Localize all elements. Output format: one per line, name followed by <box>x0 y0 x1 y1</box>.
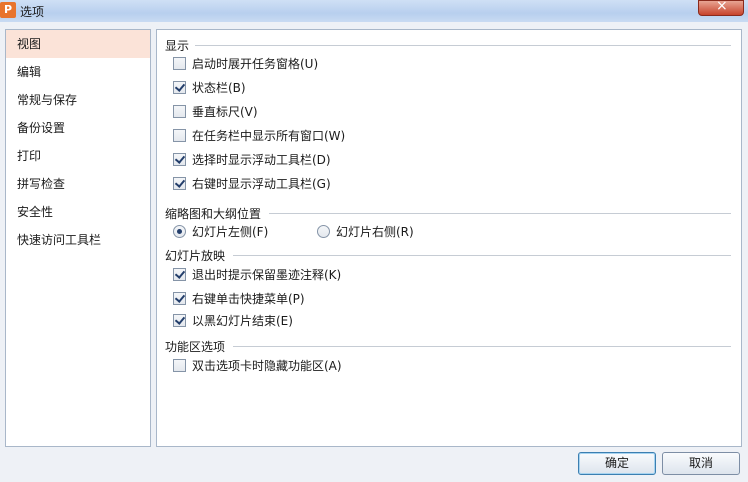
ok-button[interactable]: 确定 <box>578 452 656 475</box>
checkbox-checked-icon[interactable] <box>173 153 186 166</box>
sidebar-item-backup[interactable]: 备份设置 <box>6 114 150 142</box>
group-title-ribbon: 功能区选项 <box>165 340 226 354</box>
checkbox-keep-ink[interactable]: 退出时提示保留墨迹注释(K) <box>173 266 341 284</box>
divider <box>269 213 731 214</box>
options-panel: 显示 启动时展开任务窗格(U) 状态栏(B) 垂直标尺(V) 在任务栏中显示所有… <box>156 29 742 447</box>
sidebar-item-view[interactable]: 视图 <box>6 30 150 58</box>
checkbox-checked-icon[interactable] <box>173 314 186 327</box>
radio-slides-left[interactable]: 幻灯片左侧(F) <box>173 223 268 241</box>
sidebar-item-security[interactable]: 安全性 <box>6 198 150 226</box>
group-title-display: 显示 <box>165 39 190 53</box>
divider <box>195 45 731 46</box>
checkbox-checked-icon[interactable] <box>173 292 186 305</box>
checkbox-rightclick-menu[interactable]: 右键单击快捷菜单(P) <box>173 290 305 308</box>
checkbox-vertical-ruler[interactable]: 垂直标尺(V) <box>173 103 258 121</box>
divider <box>233 346 731 347</box>
sidebar-item-print[interactable]: 打印 <box>6 142 150 170</box>
checkbox-float-toolbar-select[interactable]: 选择时显示浮动工具栏(D) <box>173 151 331 169</box>
title-bar: P 选项 <box>0 0 748 22</box>
sidebar-item-edit[interactable]: 编辑 <box>6 58 150 86</box>
close-button[interactable] <box>698 0 744 16</box>
group-title-thumbnail: 缩略图和大纲位置 <box>165 207 262 221</box>
checkbox-hide-ribbon-dblclick[interactable]: 双击选项卡时隐藏功能区(A) <box>173 357 342 375</box>
checkbox-checked-icon[interactable] <box>173 81 186 94</box>
checkbox-float-toolbar-rightclick[interactable]: 右键时显示浮动工具栏(G) <box>173 175 331 193</box>
cancel-button[interactable]: 取消 <box>662 452 740 475</box>
checkbox-expand-task-pane[interactable]: 启动时展开任务窗格(U) <box>173 55 318 73</box>
checkbox-end-black-slide[interactable]: 以黑幻灯片结束(E) <box>173 312 293 330</box>
sidebar-item-general-save[interactable]: 常规与保存 <box>6 86 150 114</box>
radio-selected-icon[interactable] <box>173 225 186 238</box>
checkbox-icon[interactable] <box>173 105 186 118</box>
sidebar-item-quick-access-toolbar[interactable]: 快速访问工具栏 <box>6 226 150 254</box>
checkbox-checked-icon[interactable] <box>173 177 186 190</box>
window-title: 选项 <box>20 5 45 19</box>
checkbox-icon[interactable] <box>173 129 186 142</box>
group-title-slideshow: 幻灯片放映 <box>165 249 226 263</box>
radio-icon[interactable] <box>317 225 330 238</box>
wps-presentation-icon: P <box>0 2 16 18</box>
radio-slides-right[interactable]: 幻灯片右侧(R) <box>317 223 414 241</box>
checkbox-icon[interactable] <box>173 359 186 372</box>
category-list: 视图 编辑 常规与保存 备份设置 打印 拼写检查 安全性 快速访问工具栏 <box>5 29 151 447</box>
checkbox-show-all-windows[interactable]: 在任务栏中显示所有窗口(W) <box>173 127 345 145</box>
divider <box>233 255 731 256</box>
checkbox-checked-icon[interactable] <box>173 268 186 281</box>
checkbox-icon[interactable] <box>173 57 186 70</box>
checkbox-status-bar[interactable]: 状态栏(B) <box>173 79 246 97</box>
sidebar-item-spellcheck[interactable]: 拼写检查 <box>6 170 150 198</box>
